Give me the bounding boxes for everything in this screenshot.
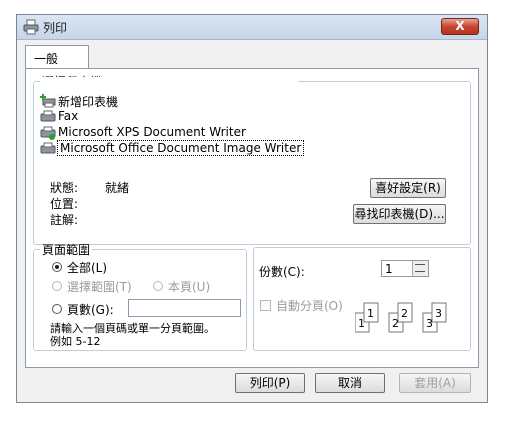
- printer-list-item[interactable]: Fax: [40, 109, 290, 125]
- printer-list-item-selected[interactable]: Microsoft Office Document Image Writer: [40, 140, 305, 157]
- page-range-all-radio[interactable]: [52, 262, 62, 272]
- stepper-down-icon[interactable]: [415, 271, 425, 272]
- status-value: 就緒: [105, 181, 130, 195]
- status-label: 狀態:: [50, 181, 79, 195]
- preferences-button[interactable]: 喜好設定(R): [370, 178, 446, 198]
- page-range-example: 例如 5-12: [50, 335, 101, 348]
- fax-icon: [40, 110, 56, 122]
- printer-list-item[interactable]: Microsoft XPS Document Writer: [40, 125, 290, 141]
- comment-label: 註解:: [50, 213, 79, 227]
- print-dialog: 列印 X 一般 選擇印表機 新增印表機 Fax: [16, 14, 488, 403]
- close-button[interactable]: X: [441, 18, 479, 35]
- print-button[interactable]: 列印(P): [235, 373, 305, 393]
- page-range-selection-label: 選擇範圍(T): [67, 280, 132, 294]
- window-title: 列印: [43, 21, 68, 35]
- find-printer-button[interactable]: 尋找印表機(D)...: [353, 204, 446, 224]
- printer-list-item[interactable]: 新增印表機: [40, 93, 290, 109]
- copies-label: 份數(C):: [259, 265, 305, 279]
- printer-label: 新增印表機: [58, 95, 119, 109]
- copies-value: 1: [385, 262, 393, 276]
- tab-general[interactable]: 一般: [25, 45, 89, 69]
- title-bar: 列印 X: [17, 15, 487, 40]
- apply-button[interactable]: 套用(A): [399, 373, 471, 393]
- collate-page-label: 3: [435, 307, 442, 320]
- printer-list[interactable]: 新增印表機 Fax Microsoft XPS Document Writer …: [40, 77, 305, 156]
- stepper-up-icon[interactable]: [415, 264, 425, 265]
- printer-icon: [23, 19, 39, 35]
- page-range-legend: 頁面範圍: [42, 243, 91, 257]
- page-range-current-label: 本頁(U): [168, 280, 211, 294]
- stepper-buttons[interactable]: [412, 261, 428, 276]
- page-range-pages-radio[interactable]: [52, 304, 62, 314]
- collate-page-label: 3: [426, 317, 433, 330]
- page-range-selection-radio[interactable]: [52, 281, 62, 291]
- page-range-pages-label: 頁數(G):: [67, 303, 114, 317]
- cancel-button[interactable]: 取消: [315, 373, 385, 393]
- add-printer-icon: [40, 94, 56, 108]
- location-label: 位置:: [50, 197, 79, 211]
- copies-stepper[interactable]: 1: [381, 260, 429, 277]
- collate-page-label: 1: [367, 307, 374, 320]
- printer-icon: [40, 142, 56, 154]
- collate-checkbox[interactable]: [260, 300, 271, 311]
- printer-label: Microsoft XPS Document Writer: [58, 125, 246, 139]
- pages-input[interactable]: [128, 299, 241, 317]
- collate-page-label: 2: [392, 317, 399, 330]
- page-range-current-radio[interactable]: [153, 281, 163, 291]
- printer-icon: [40, 126, 56, 140]
- collate-page-label: 2: [401, 307, 408, 320]
- collate-page-label: 1: [358, 317, 365, 330]
- printer-label: Fax: [58, 109, 79, 123]
- page-range-all-label: 全部(L): [67, 261, 108, 275]
- collate-label: 自動分頁(O): [276, 299, 343, 313]
- printer-label: Microsoft Office Document Image Writer: [56, 140, 305, 156]
